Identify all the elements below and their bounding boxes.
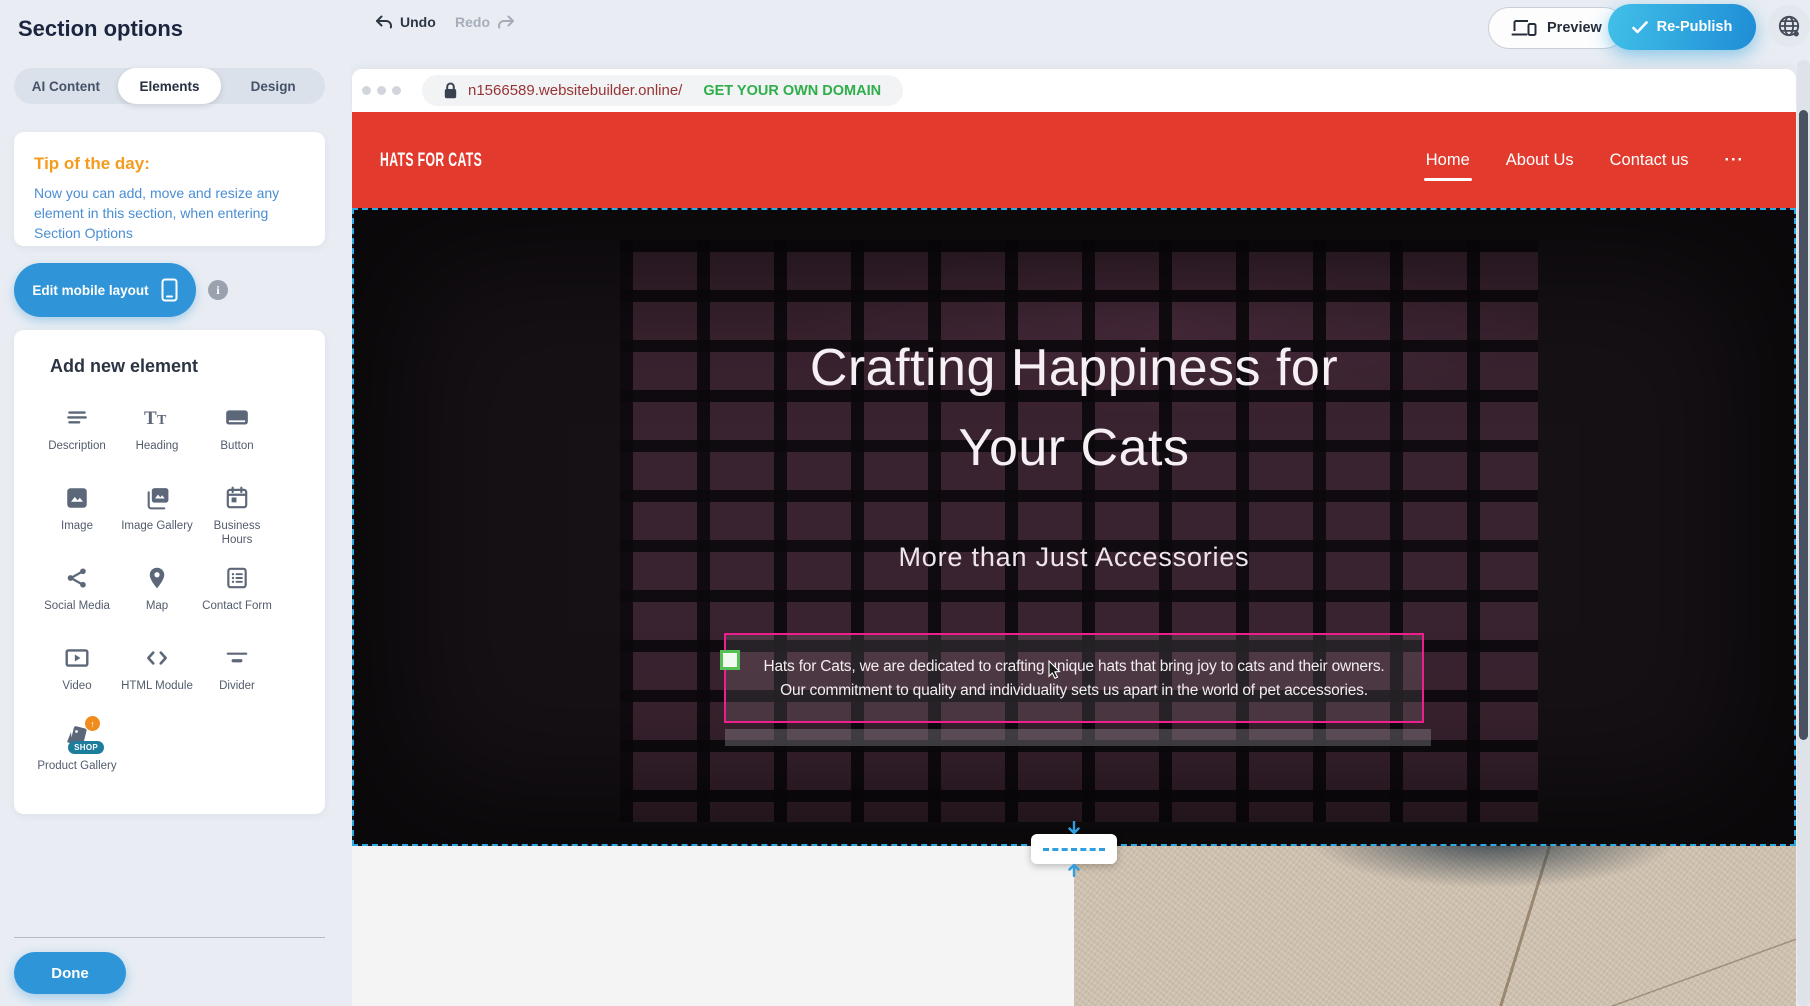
- nav-more-icon[interactable]: ···: [1725, 151, 1744, 170]
- map-pin-icon: [144, 564, 170, 592]
- site-url: n1566589.websitebuilder.online/: [468, 82, 682, 99]
- edit-mobile-layout-button[interactable]: Edit mobile layout: [14, 263, 196, 317]
- element-image[interactable]: Image: [37, 472, 117, 552]
- nav-contact-us[interactable]: Contact us: [1610, 151, 1689, 170]
- redo-button[interactable]: Redo: [455, 14, 515, 30]
- arrow-up-icon: [1067, 862, 1082, 877]
- floor-photo[interactable]: [1074, 846, 1796, 1006]
- redo-arrow-icon: [497, 15, 515, 29]
- globe-icon: [1776, 13, 1802, 39]
- video-play-icon: [63, 644, 91, 672]
- element-image-gallery[interactable]: Image Gallery: [117, 472, 197, 552]
- resize-dashed-line: [1043, 848, 1105, 851]
- page-title: Section options: [18, 16, 183, 42]
- element-social-media[interactable]: Social Media: [37, 552, 117, 632]
- edit-mobile-layout-label: Edit mobile layout: [32, 283, 148, 298]
- element-divider[interactable]: Divider: [197, 632, 277, 712]
- tab-elements[interactable]: Elements: [118, 68, 222, 104]
- lock-icon: [444, 82, 457, 99]
- mouse-cursor: [1048, 660, 1064, 680]
- devices-icon: [1511, 18, 1537, 38]
- tab-ai-content[interactable]: AI Content: [14, 68, 118, 104]
- info-icon[interactable]: i: [208, 280, 228, 300]
- element-video[interactable]: Video: [37, 632, 117, 712]
- element-html-module[interactable]: HTML Module: [117, 632, 197, 712]
- hero-section-selected[interactable]: Crafting Happiness for Your Cats More th…: [352, 208, 1796, 846]
- divider-icon: [223, 644, 251, 672]
- share-icon: [64, 564, 90, 592]
- sidebar-divider: [14, 937, 325, 938]
- button-icon: [223, 404, 251, 432]
- site-preview: HATS FOR CATS Home About Us Contact us ·…: [352, 112, 1796, 1006]
- element-map[interactable]: Map: [117, 552, 197, 632]
- element-grid: Description TT Heading Button Image: [37, 392, 277, 792]
- section-height-resize-handle[interactable]: [1031, 834, 1117, 864]
- undo-arrow-icon: [375, 15, 393, 29]
- window-dots-icon: [362, 86, 401, 95]
- image-gallery-icon: [143, 484, 171, 512]
- section-tabs: AI Content Elements Design: [14, 68, 325, 104]
- element-heading[interactable]: TT Heading: [117, 392, 197, 472]
- hero-heading[interactable]: Crafting Happiness for Your Cats: [354, 328, 1794, 488]
- element-description[interactable]: Description: [37, 392, 117, 472]
- scrollbar-thumb[interactable]: [1799, 110, 1808, 740]
- phone-icon: [161, 278, 178, 302]
- add-element-title: Add new element: [50, 356, 198, 377]
- nav-about-us[interactable]: About Us: [1506, 151, 1574, 170]
- tab-design[interactable]: Design: [221, 68, 325, 104]
- browser-chrome-bar: n1566589.websitebuilder.online/ GET YOUR…: [352, 69, 1796, 112]
- element-toolbar-shadow: [725, 729, 1431, 746]
- element-business-hours[interactable]: Business Hours: [197, 472, 277, 552]
- selected-text-element[interactable]: Hats for Cats, we are dedicated to craft…: [724, 633, 1424, 723]
- heading-text-icon: TT: [143, 404, 171, 432]
- site-logo[interactable]: HATS FOR CATS: [380, 149, 482, 172]
- svg-text:T: T: [144, 408, 157, 429]
- add-element-panel: Add new element Description TT Heading B…: [14, 330, 325, 814]
- nav-home[interactable]: Home: [1426, 151, 1470, 170]
- selection-resize-handle[interactable]: [720, 650, 740, 670]
- description-lines-icon: [64, 404, 90, 432]
- next-section-blank: [352, 846, 1074, 1006]
- arrow-down-icon: [1067, 821, 1082, 836]
- hero-subheading[interactable]: More than Just Accessories: [354, 542, 1794, 573]
- globe-button[interactable]: [1768, 5, 1810, 47]
- svg-text:T: T: [157, 413, 167, 428]
- checkmark-icon: [1632, 21, 1648, 34]
- shop-badge: SHOP: [68, 741, 104, 754]
- code-icon: [143, 644, 171, 672]
- preview-button[interactable]: Preview: [1488, 7, 1625, 49]
- editor-topbar: Undo Redo Preview Re-Publish: [350, 0, 1810, 60]
- undo-button[interactable]: Undo: [375, 14, 436, 30]
- product-gallery-icon: ↑ SHOP: [62, 724, 92, 752]
- upgrade-arrow-icon: ↑: [85, 716, 100, 731]
- url-bar[interactable]: n1566589.websitebuilder.online/ GET YOUR…: [422, 75, 903, 106]
- element-product-gallery[interactable]: ↑ SHOP Product Gallery: [37, 712, 117, 792]
- page-scrollbar[interactable]: [1797, 60, 1810, 1006]
- tip-card: Tip of the day: Now you can add, move an…: [14, 132, 325, 246]
- contact-form-icon: [224, 564, 250, 592]
- tip-title: Tip of the day:: [34, 154, 305, 174]
- republish-button[interactable]: Re-Publish: [1608, 4, 1756, 50]
- site-nav: Home About Us Contact us ···: [1426, 151, 1744, 170]
- element-contact-form[interactable]: Contact Form: [197, 552, 277, 632]
- get-domain-link[interactable]: GET YOUR OWN DOMAIN: [703, 83, 881, 99]
- calendar-icon: [224, 484, 250, 512]
- site-header: HATS FOR CATS Home About Us Contact us ·…: [352, 112, 1796, 208]
- tip-body: Now you can add, move and resize any ele…: [34, 184, 305, 244]
- image-icon: [64, 484, 90, 512]
- section-options-sidebar: Section options AI Content Elements Desi…: [0, 0, 350, 1006]
- done-button[interactable]: Done: [14, 952, 126, 994]
- element-button[interactable]: Button: [197, 392, 277, 472]
